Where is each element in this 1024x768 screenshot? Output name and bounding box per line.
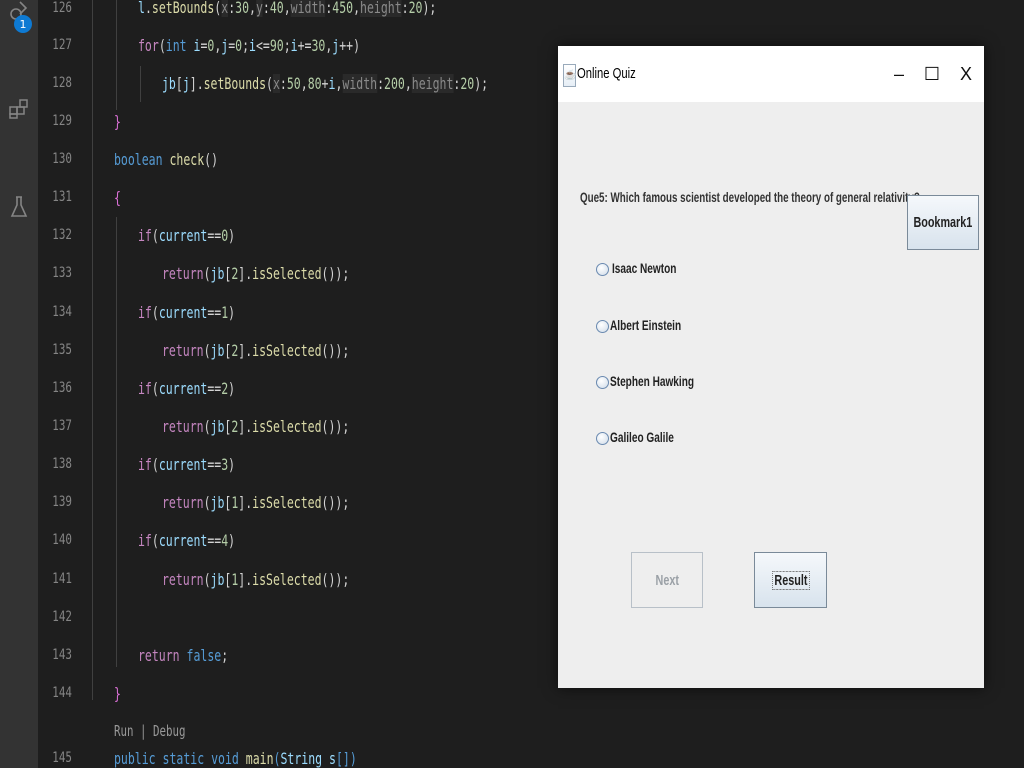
radio-circle[interactable]: [596, 320, 609, 333]
java-app-icon: ☕: [563, 64, 576, 87]
minimize-button[interactable]: –: [884, 60, 914, 88]
line-number: 139: [52, 494, 72, 510]
line-number: 132: [52, 227, 72, 243]
close-button[interactable]: X: [951, 60, 981, 88]
code-line: }: [114, 684, 121, 703]
option-label: Albert Einstein: [610, 317, 682, 333]
code-line: jb[j].setBounds(x:50,80+i,width:200,heig…: [162, 74, 489, 93]
next-button-label: Next: [655, 571, 679, 589]
code-line: l.setBounds(x:30,y:40,width:450,height:2…: [138, 0, 437, 17]
indent-guide: [92, 0, 93, 700]
line-number: 129: [52, 113, 72, 129]
line-number: 144: [52, 685, 72, 701]
code-line: return(jb[2].isSelected());: [162, 341, 350, 360]
code-line: {: [114, 188, 121, 207]
code-line: if(current==2): [138, 379, 236, 398]
bookmark-button[interactable]: Bookmark1: [907, 195, 979, 250]
code-line: if(current==4): [138, 531, 236, 550]
codelens-run-debug[interactable]: Run | Debug: [114, 722, 186, 740]
radio-circle[interactable]: [596, 263, 609, 276]
code-line: return(jb[1].isSelected());: [162, 570, 350, 589]
code-line: if(current==0): [138, 226, 236, 245]
result-button-label: Result: [771, 570, 810, 590]
line-number: 138: [52, 456, 72, 472]
window-titlebar[interactable]: ☕ Online Quiz – ☐ X: [558, 46, 984, 102]
line-number: 141: [52, 571, 72, 587]
indent-guide: [116, 217, 117, 667]
line-number-gutter: 126 127 128 129 130 131 132 133 134 135 …: [38, 0, 90, 768]
radio-circle[interactable]: [596, 376, 609, 389]
line-number: 130: [52, 151, 72, 167]
code-line: if(current==3): [138, 455, 236, 474]
option-label: Isaac Newton: [612, 260, 677, 276]
next-button[interactable]: Next: [631, 552, 703, 608]
option-label: Stephen Hawking: [610, 373, 695, 389]
radio-circle[interactable]: [596, 432, 609, 445]
line-number: 134: [52, 304, 72, 320]
code-line: return false;: [138, 646, 229, 665]
line-number: 140: [52, 532, 72, 548]
indent-guide: [140, 66, 141, 102]
notification-badge: 1: [14, 15, 32, 33]
code-line: if(current==1): [138, 303, 236, 322]
code-line: return(jb[2].isSelected());: [162, 264, 350, 283]
question-label: Que5: Which famous scientist developed t…: [580, 189, 920, 205]
code-line: return(jb[1].isSelected());: [162, 493, 350, 512]
line-number: 133: [52, 265, 72, 281]
line-number: 131: [52, 189, 72, 205]
line-number: 143: [52, 647, 72, 663]
extensions-icon[interactable]: [4, 94, 34, 124]
line-number: 136: [52, 380, 72, 396]
bookmark-button-label: Bookmark1: [913, 214, 973, 231]
option-label: Galileo Galile: [610, 429, 674, 445]
code-line: return(jb[2].isSelected());: [162, 417, 350, 436]
indent-guide: [116, 0, 117, 110]
line-number: 127: [52, 37, 72, 53]
maximize-button[interactable]: ☐: [917, 60, 947, 88]
code-line: boolean check(): [114, 150, 219, 169]
result-button[interactable]: Result: [754, 552, 827, 608]
code-line: }: [114, 112, 121, 131]
line-number: 126: [52, 0, 72, 16]
line-number: 137: [52, 418, 72, 434]
quiz-window: ☕ Online Quiz – ☐ X Que5: Which famous s…: [558, 46, 984, 688]
code-line: for(int i=0,j=0;i<=90;i+=30,j++): [138, 36, 361, 55]
line-number: 128: [52, 75, 72, 91]
window-title: Online Quiz: [577, 65, 636, 82]
activity-bar: 1: [0, 0, 38, 768]
line-number: 145: [52, 750, 72, 766]
line-number: 135: [52, 342, 72, 358]
code-line: public static void main(String s[]): [114, 749, 357, 768]
testing-flask-icon[interactable]: [4, 192, 34, 222]
line-number: 142: [52, 609, 72, 625]
